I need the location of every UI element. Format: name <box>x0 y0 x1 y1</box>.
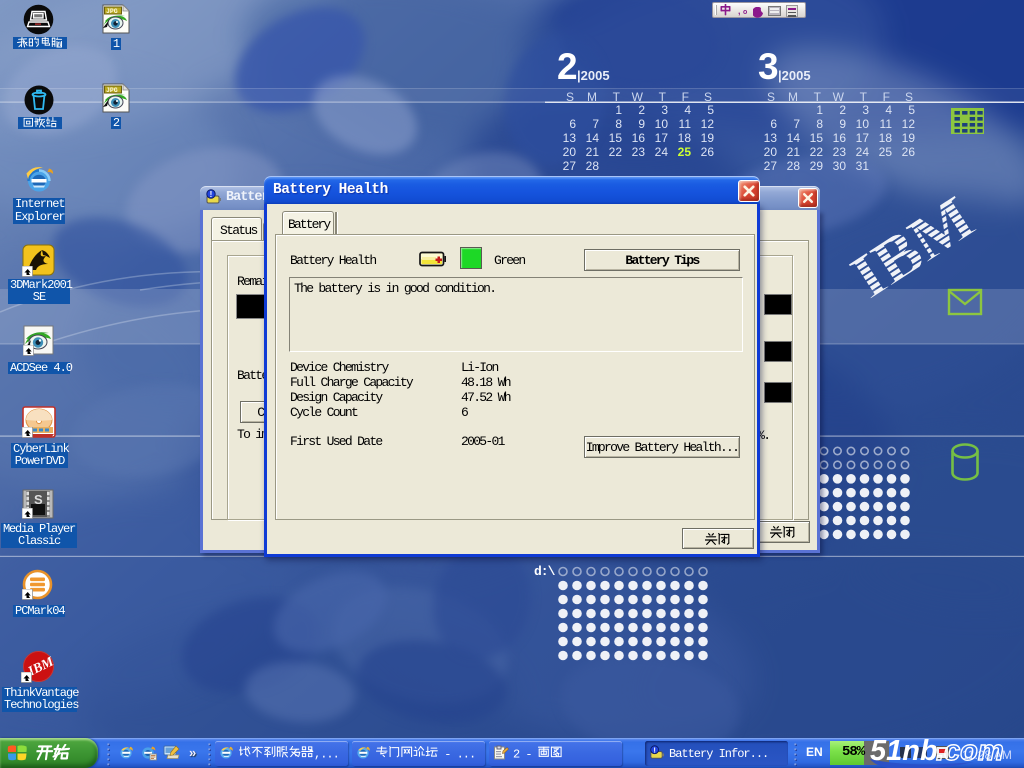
svg-text:!: ! <box>653 746 656 755</box>
svg-text:S: S <box>34 492 43 507</box>
svg-text:JPG: JPG <box>106 87 118 94</box>
svg-text:JPG: JPG <box>106 8 118 15</box>
svg-text:51nb: 51nb <box>870 735 938 767</box>
svg-text:.com: .com <box>936 735 1004 767</box>
svg-text:!: ! <box>210 190 213 199</box>
